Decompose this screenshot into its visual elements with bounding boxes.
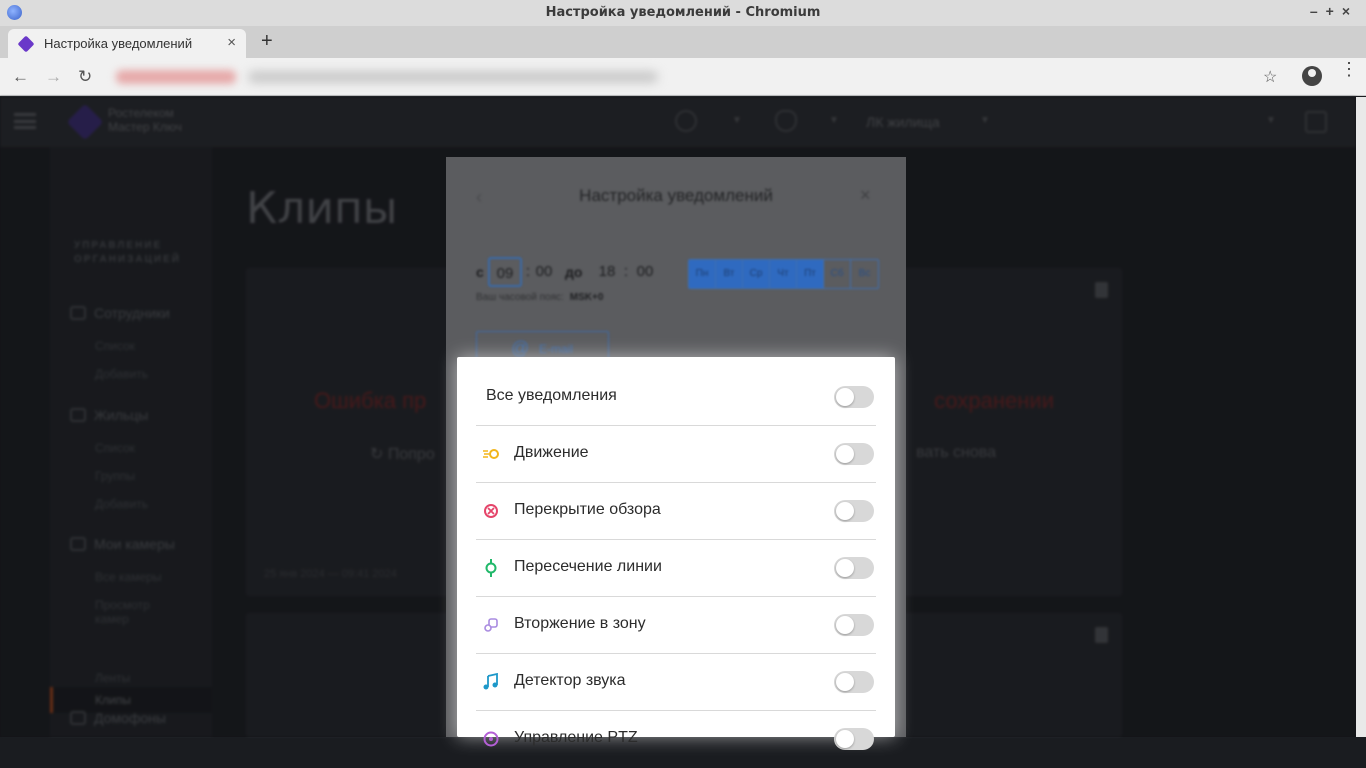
window-titlebar: Настройка уведомлений - Chromium –+×: [0, 0, 1366, 26]
maximize-icon[interactable]: +: [1326, 3, 1342, 19]
from-minute-input[interactable]: 00: [530, 257, 558, 287]
notification-row-motion: Движение: [476, 426, 876, 483]
close-icon[interactable]: ×: [860, 185, 871, 206]
weekday-selector: Пн Вт Ср Чт Пт Сб Вс: [688, 259, 879, 289]
tab-title: Настройка уведомлений: [44, 36, 193, 51]
day-fri[interactable]: Пт: [797, 260, 824, 288]
day-wed[interactable]: Ср: [743, 260, 770, 288]
browser-menu-icon[interactable]: ⋮: [1340, 60, 1358, 78]
notification-row-view-blocked: Перекрытие обзора: [476, 483, 876, 540]
sound-detector-toggle[interactable]: [834, 671, 874, 693]
email-label: E-mail: [539, 342, 574, 356]
from-label: с: [476, 264, 484, 280]
zone-intrusion-icon: [484, 618, 498, 632]
day-thu[interactable]: Чт: [770, 260, 797, 288]
notification-label: Вторжение в зону: [514, 615, 646, 632]
tab-notification-settings[interactable]: Настройка уведомлений ×: [8, 29, 246, 58]
window-controls[interactable]: –+×: [1310, 3, 1358, 19]
close-window-icon[interactable]: ×: [1342, 3, 1358, 19]
tab-strip: Настройка уведомлений × +: [0, 26, 1366, 58]
day-tue[interactable]: Вт: [716, 260, 743, 288]
notification-row-zone-intrusion: Вторжение в зону: [476, 597, 876, 654]
sound-detector-icon: [483, 673, 498, 690]
blurred-url-path: [248, 71, 658, 83]
notification-row-line-crossing: Пересечение линии: [476, 540, 876, 597]
day-sat[interactable]: Сб: [824, 260, 851, 288]
view-blocked-toggle[interactable]: [834, 500, 874, 522]
time-separator: :: [623, 263, 629, 280]
notification-label: Перекрытие обзора: [514, 501, 661, 518]
notification-label: Движение: [514, 444, 589, 461]
from-hour-input[interactable]: 09: [488, 257, 522, 287]
blurred-url-domain: [116, 70, 236, 84]
blocked-view-icon: [484, 504, 498, 518]
new-tab-button[interactable]: +: [261, 30, 273, 53]
day-mon[interactable]: Пн: [689, 260, 716, 288]
notification-label: Все уведомления: [486, 387, 617, 404]
motion-icon: [483, 449, 499, 459]
notification-label: Детектор звука: [514, 672, 626, 689]
favicon-icon: [17, 35, 35, 53]
browser-toolbar: ← → ↻ ☆ ⋮: [0, 58, 1366, 96]
to-minute-input[interactable]: 00: [631, 257, 659, 287]
line-crossing-toggle[interactable]: [834, 557, 874, 579]
notification-row-sound: Детектор звука: [476, 654, 876, 711]
reload-icon[interactable]: ↻: [78, 67, 92, 87]
back-icon[interactable]: ←: [12, 67, 29, 87]
zone-intrusion-toggle[interactable]: [834, 614, 874, 636]
address-bar[interactable]: [108, 64, 1258, 90]
tab-close-icon[interactable]: ×: [227, 34, 236, 51]
timezone-info: Ваш часовой пояс: MSK+0: [476, 292, 604, 303]
profile-avatar-icon[interactable]: [1302, 66, 1322, 86]
ptz-icon: [483, 731, 499, 747]
all-notifications-toggle[interactable]: [834, 386, 874, 408]
to-hour-input[interactable]: 18: [593, 257, 621, 287]
modal-title: Настройка уведомлений: [579, 186, 773, 205]
page-scrollbar[interactable]: [1356, 97, 1366, 737]
to-label: до: [565, 264, 583, 280]
motion-toggle[interactable]: [834, 443, 874, 465]
ptz-toggle[interactable]: [834, 728, 874, 750]
notification-label: Управление PTZ: [514, 729, 638, 746]
bookmark-star-icon[interactable]: ☆: [1263, 67, 1277, 87]
notification-row-ptz: Управление PTZ: [476, 711, 876, 768]
day-sun[interactable]: Вс: [851, 260, 878, 288]
notification-label: Пересечение линии: [514, 558, 662, 575]
window-title: Настройка уведомлений - Chromium: [545, 5, 821, 20]
line-crossing-icon: [485, 559, 497, 577]
minimize-icon[interactable]: –: [1310, 3, 1326, 19]
at-sign-icon: @: [511, 338, 530, 358]
forward-icon[interactable]: →: [45, 67, 62, 87]
notification-list: Все уведомления Движение Перекрытие обзо…: [457, 357, 895, 750]
notification-row-all: Все уведомления: [476, 369, 876, 426]
